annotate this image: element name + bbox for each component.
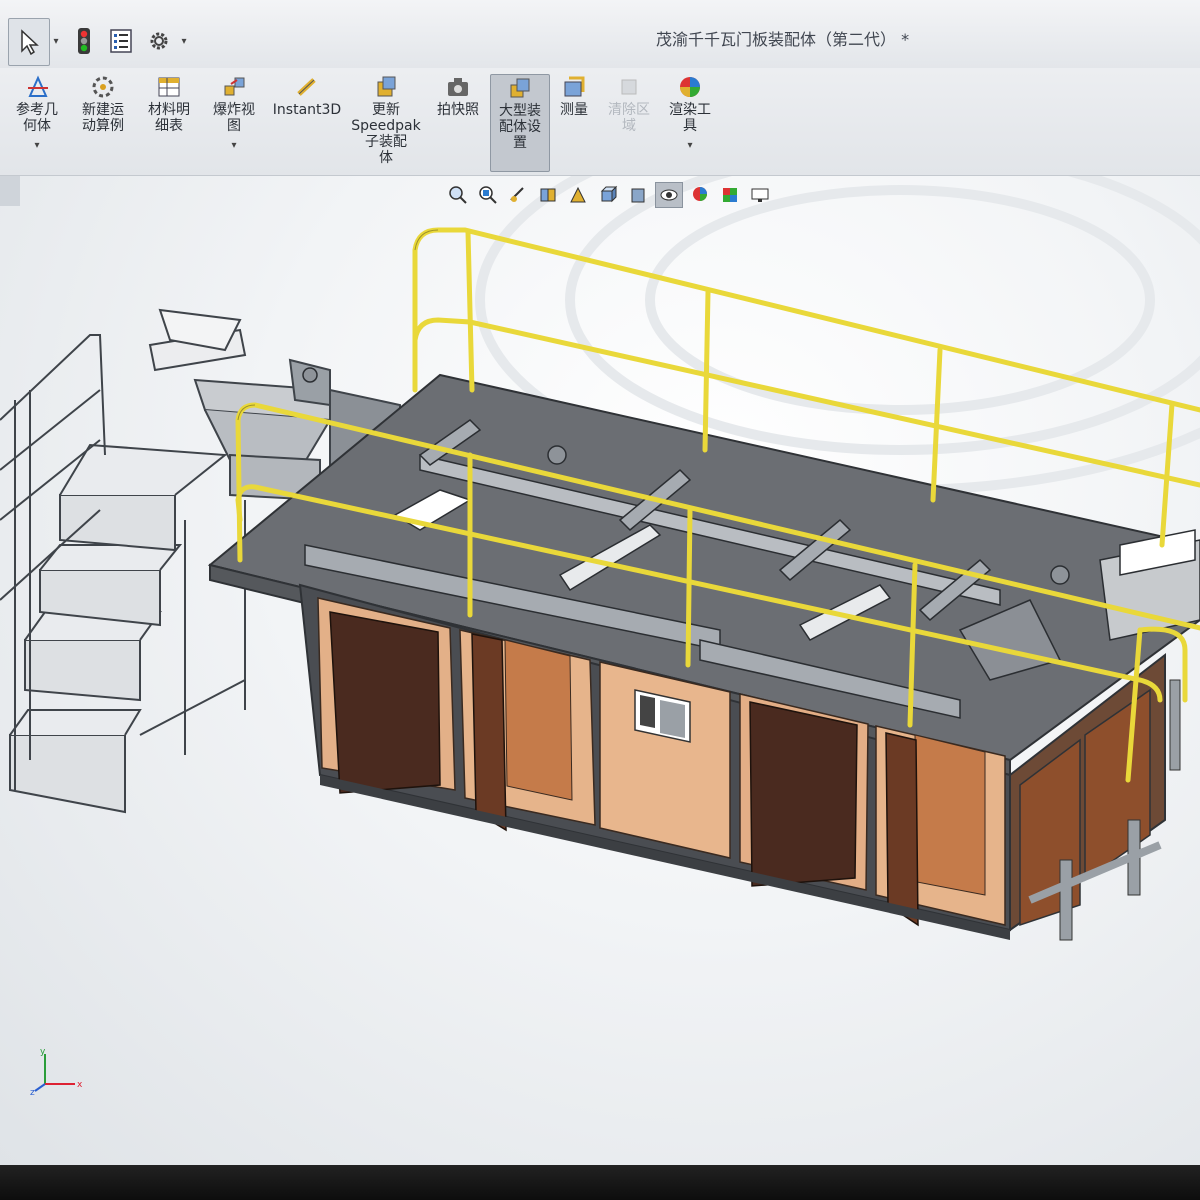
ribbon-label: 材料明 细表 [148,102,190,134]
title-bar: ▾ ▾ 茂渝千千瓦门板装配体（第二代） * [0,0,1200,68]
bom-button[interactable]: 材料明 细表 [140,74,198,134]
document-title: 茂渝千千瓦门板装配体（第二代） * [656,30,910,49]
reference-geometry-button[interactable]: 参考几 何体 ▾ [8,74,66,154]
instant3d-icon [297,78,316,96]
feature-manager-toggle[interactable] [0,176,20,206]
zoom-to-fit-icon[interactable] [445,183,471,207]
ribbon-label: Instant3D [272,102,342,118]
large-assembly-settings-button[interactable]: 大型装 配体设 置 [490,74,550,172]
clear-area-button[interactable]: 清除区 域 [600,74,658,134]
z-axis-label: z [30,1088,35,1096]
chevron-down-icon: ▾ [687,140,693,151]
instant3d-button[interactable]: Instant3D [272,74,342,118]
motion-study-icon [92,76,114,98]
select-arrow-icon [21,29,39,55]
ribbon-label: 测量 [560,102,588,118]
take-snapshot-button[interactable]: 拍快照 [430,74,486,118]
measure-button[interactable]: 测量 [554,74,594,118]
camera-icon [448,78,468,96]
apply-scene-icon[interactable] [717,183,743,207]
command-manager-ribbon: 参考几 何体 ▾ 新建运 动算例 材料明 细表 爆炸视 图 ▾ Instant3… [0,68,1200,176]
options-button[interactable] [144,18,174,64]
view-settings-icon[interactable] [747,183,773,207]
speedpak-icon [377,76,396,97]
edit-appearance-icon[interactable] [687,183,713,207]
ribbon-label: 大型装 配体设 置 [499,103,541,151]
section-view-icon[interactable] [535,183,561,207]
gear-icon [150,32,168,50]
zoom-area-icon[interactable] [475,183,501,207]
bom-icon [158,77,180,97]
file-properties-button[interactable] [106,18,136,64]
dynamic-annotation-icon[interactable] [565,183,591,207]
new-motion-study-button[interactable]: 新建运 动算例 [72,74,134,134]
options-dropdown[interactable]: ▾ [178,18,190,64]
assembly-model [0,176,1200,941]
ribbon-label: 更新 Speedpak 子装配 体 [351,102,421,166]
update-speedpak-button[interactable]: 更新 Speedpak 子装配 体 [351,74,421,166]
exploded-view-icon [224,77,245,96]
hide-show-icon[interactable] [655,182,683,208]
traffic-light-icon [78,28,90,54]
display-style-icon[interactable] [625,183,651,207]
reference-geometry-icon [28,75,48,97]
render-tools-icon [680,77,700,97]
ribbon-label: 参考几 何体 [16,102,58,134]
exploded-view-button[interactable]: 爆炸视 图 ▾ [204,74,264,154]
ribbon-label: 渲染工 具 [669,102,711,134]
chevron-down-icon: ▾ [231,140,237,151]
view-orientation-icon[interactable] [595,183,621,207]
y-axis-label: y [40,1047,46,1057]
axis-triad: y x z [30,1047,83,1096]
select-dropdown[interactable]: ▾ [50,18,62,64]
measure-icon [564,76,585,97]
ribbon-label: 清除区 域 [608,102,650,134]
clear-area-icon [621,79,637,95]
graphics-area[interactable]: y x z [0,176,1200,1165]
ribbon-label: 爆炸视 图 [213,102,255,134]
ribbon-label: 新建运 动算例 [82,102,124,134]
heads-up-view-toolbar [445,180,773,210]
rebuild-button[interactable] [70,18,98,64]
ribbon-label: 拍快照 [437,102,479,118]
render-tools-button[interactable]: 渲染工 具 ▾ [662,74,718,154]
solidworks-window: ▾ ▾ 茂渝千千瓦门板装配体（第二代） * 参考几 何体 ▾ 新建运 动算例 材… [0,0,1200,1165]
list-icon [110,29,132,53]
large-assembly-icon [510,78,530,98]
select-button[interactable] [8,18,50,66]
monitor-bezel [0,1165,1200,1200]
x-axis-label: x [77,1080,83,1090]
chevron-down-icon: ▾ [34,140,40,151]
previous-view-icon[interactable] [505,183,531,207]
